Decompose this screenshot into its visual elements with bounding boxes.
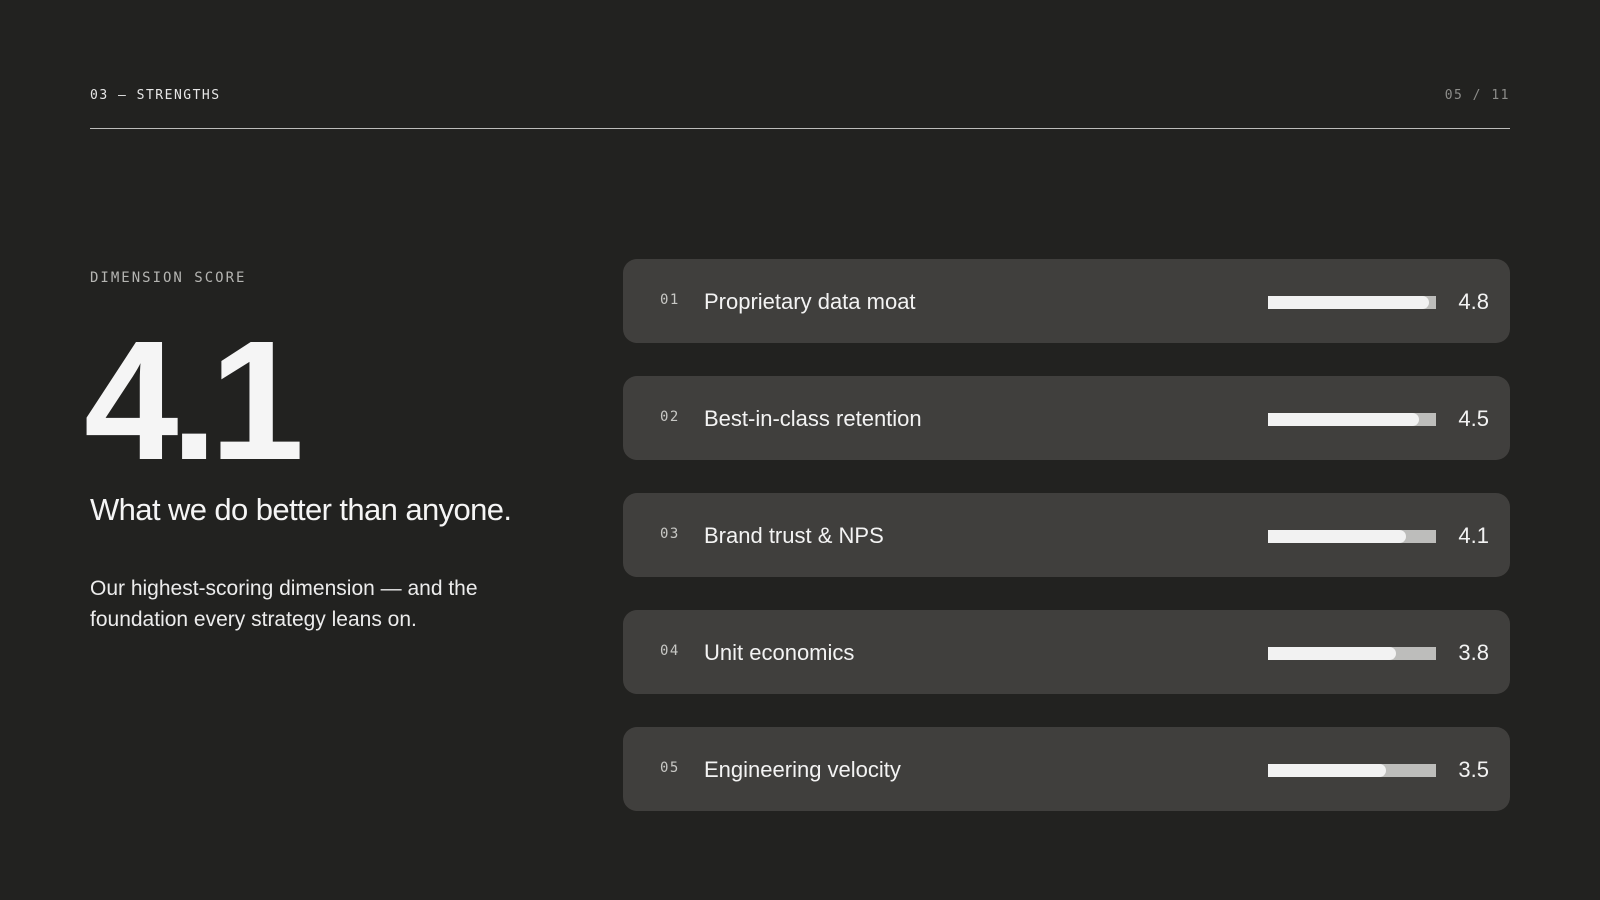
strengths-list: 01 Proprietary data moat 4.8 02 Best-in-… [623, 259, 1510, 844]
score-bar-track [1268, 647, 1436, 660]
strength-score: 4.5 [1458, 406, 1489, 431]
strength-row: 01 Proprietary data moat 4.8 [623, 259, 1510, 343]
summary-description: Our highest-scoring dimension — and the … [90, 577, 478, 631]
strength-label: Best-in-class retention [704, 406, 922, 431]
dimension-score-label: DIMENSION SCORE [90, 270, 247, 286]
score-bar-track [1268, 296, 1436, 309]
strength-score: 3.5 [1458, 757, 1489, 782]
score-bar-track [1268, 530, 1436, 543]
summary-panel: DIMENSION SCORE 4.1 What we do better th… [84, 270, 560, 631]
score-bar-track [1268, 764, 1436, 777]
strength-row: 05 Engineering velocity 3.5 [623, 727, 1510, 811]
strength-number: 02 [660, 409, 680, 425]
strength-label: Brand trust & NPS [704, 523, 884, 548]
summary-headline: What we do better than anyone. [90, 492, 512, 527]
strength-label: Proprietary data moat [704, 289, 916, 314]
dimension-score-value: 4.1 [84, 306, 304, 496]
strength-label: Engineering velocity [704, 757, 901, 782]
score-bar-fill [1268, 764, 1386, 777]
strength-score: 4.8 [1458, 289, 1489, 314]
strength-row: 04 Unit economics 3.8 [623, 610, 1510, 694]
strength-row: 02 Best-in-class retention 4.5 [623, 376, 1510, 460]
score-bar-fill [1268, 413, 1420, 426]
page-counter: 05 / 11 [1444, 88, 1510, 103]
score-bar-track [1268, 413, 1436, 426]
strength-number: 05 [660, 760, 680, 776]
strength-label: Unit economics [704, 640, 855, 665]
score-bar-fill [1268, 647, 1396, 660]
strength-number: 01 [660, 292, 680, 308]
strength-row: 03 Brand trust & NPS 4.1 [623, 493, 1510, 577]
strength-score: 3.8 [1458, 640, 1489, 665]
strength-number: 04 [660, 643, 680, 659]
score-bar-fill [1268, 296, 1430, 309]
section-label: 03 — STRENGTHS [90, 88, 221, 103]
strength-number: 03 [660, 526, 680, 542]
score-bar-fill [1268, 530, 1406, 543]
strength-score: 4.1 [1458, 523, 1489, 548]
slide-header: 03 — STRENGTHS 05 / 11 [90, 88, 1510, 108]
header-divider [90, 128, 1510, 129]
